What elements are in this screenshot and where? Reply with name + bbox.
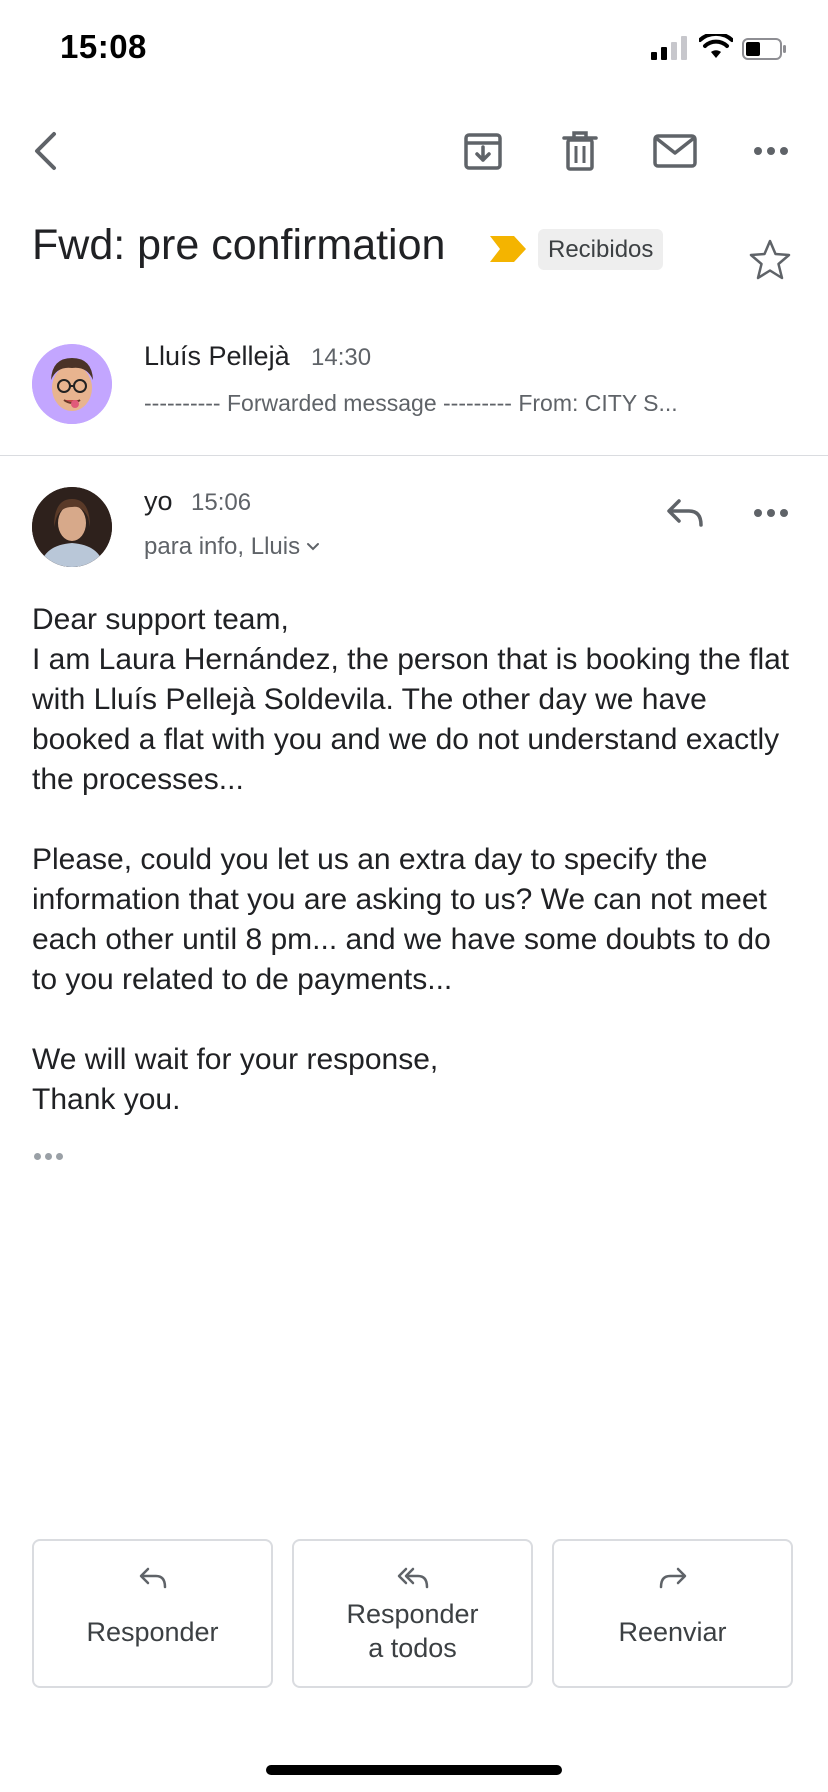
forward-icon — [659, 1567, 686, 1589]
sender-name: yo — [144, 486, 173, 516]
archive-icon — [464, 133, 502, 170]
battery-icon — [742, 38, 786, 60]
show-trimmed-content-button[interactable] — [34, 1147, 67, 1165]
forward-label: Reenviar — [618, 1617, 727, 1647]
avatar[interactable] — [32, 344, 112, 424]
recipients-toggle[interactable]: para info, Lluis — [144, 533, 320, 561]
message-more-button[interactable] — [748, 490, 794, 536]
email-subject: Fwd: pre confirmation — [32, 221, 446, 269]
wifi-icon — [699, 34, 733, 58]
home-indicator[interactable] — [266, 1765, 562, 1775]
archive-button[interactable] — [460, 128, 506, 174]
reply-all-icon — [397, 1567, 428, 1589]
avatar[interactable] — [32, 487, 112, 567]
delete-button[interactable] — [557, 128, 603, 174]
back-button[interactable] — [22, 128, 68, 174]
mail-icon — [653, 134, 697, 168]
reply-action-button[interactable]: Responder — [32, 1539, 273, 1688]
more-options-button[interactable] — [748, 128, 794, 174]
memoji-avatar-icon — [32, 344, 112, 424]
message-snippet[interactable]: ---------- Forwarded message --------- F… — [144, 390, 784, 417]
recipients-text: para info, Lluis — [144, 533, 301, 560]
status-time: 15:08 — [60, 28, 147, 65]
chevron-down-icon — [307, 543, 320, 551]
message-body: Dear support team, I am Laura Hernández,… — [32, 600, 802, 1160]
reply-icon — [139, 1567, 166, 1589]
back-icon — [35, 132, 56, 170]
message-divider — [0, 455, 828, 456]
more-horizontal-icon — [754, 147, 788, 155]
reply-all-action-button[interactable]: Responder a todos — [292, 1539, 533, 1688]
profile-photo-icon — [32, 487, 112, 567]
sender-name: Lluís Pellejà — [144, 341, 290, 371]
cellular-signal-icon — [651, 36, 689, 60]
important-marker-icon[interactable] — [490, 236, 526, 262]
reply-icon — [667, 499, 703, 527]
star-icon[interactable] — [748, 238, 792, 282]
body-paragraph: Please, could you let us an extra day to… — [32, 843, 771, 996]
forward-action-button[interactable]: Reenviar — [552, 1539, 793, 1688]
mark-unread-button[interactable] — [652, 128, 698, 174]
reply-all-label: Responder a todos — [346, 1599, 479, 1663]
trash-icon — [562, 131, 598, 171]
message-time: 14:30 — [311, 344, 372, 371]
body-paragraph: We will wait for your response, Thank yo… — [32, 1043, 439, 1116]
more-horizontal-icon — [754, 509, 788, 517]
label-chip[interactable]: Recibidos — [538, 229, 664, 270]
reply-label: Responder — [86, 1617, 219, 1647]
message-time: 15:06 — [191, 489, 252, 516]
body-paragraph: Dear support team, I am Laura Hernández,… — [32, 603, 790, 796]
reply-button[interactable] — [662, 490, 708, 536]
